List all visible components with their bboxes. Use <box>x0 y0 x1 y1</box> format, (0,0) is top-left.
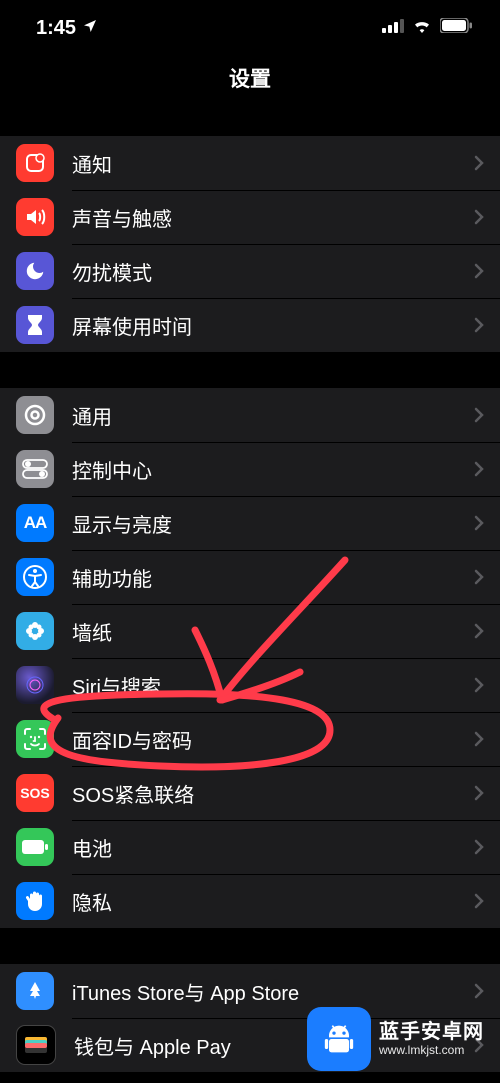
battery-icon <box>440 18 472 38</box>
chevron-right-icon <box>474 317 484 333</box>
chevron-right-icon <box>474 407 484 423</box>
row-privacy[interactable]: 隐私 <box>0 874 500 928</box>
wallet-icon <box>16 1025 56 1065</box>
chevron-right-icon <box>474 569 484 585</box>
faceid-icon <box>16 720 54 758</box>
row-label: 通用 <box>72 401 474 430</box>
row-label: Siri与搜索 <box>72 671 474 700</box>
chevron-right-icon <box>474 623 484 639</box>
settings-group-2: 通用 控制中心 AA 显示与亮度 辅助功能 墙纸 Siri与搜索 <box>0 388 500 928</box>
row-screentime[interactable]: 屏幕使用时间 <box>0 298 500 352</box>
chevron-right-icon <box>474 785 484 801</box>
status-right <box>382 18 472 38</box>
chevron-right-icon <box>474 263 484 279</box>
row-accessibility[interactable]: 辅助功能 <box>0 550 500 604</box>
status-time: 1:45 <box>36 17 76 40</box>
settings-group-1: 通知 声音与触感 勿扰模式 屏幕使用时间 <box>0 136 500 352</box>
chevron-right-icon <box>474 677 484 693</box>
chevron-right-icon <box>474 893 484 909</box>
hourglass-icon <box>16 306 54 344</box>
row-label: iTunes Store与 App Store <box>72 977 474 1006</box>
accessibility-icon <box>16 558 54 596</box>
watermark-name: 蓝手安卓网 <box>379 1021 484 1044</box>
row-general[interactable]: 通用 <box>0 388 500 442</box>
row-label: SOS紧急联络 <box>72 779 474 808</box>
cellular-icon <box>382 19 404 38</box>
row-display[interactable]: AA 显示与亮度 <box>0 496 500 550</box>
row-label: 声音与触感 <box>72 203 474 232</box>
row-siri[interactable]: Siri与搜索 <box>0 658 500 712</box>
row-label: 勿扰模式 <box>72 257 474 286</box>
row-wallpaper[interactable]: 墙纸 <box>0 604 500 658</box>
watermark: 蓝手安卓网 www.lmkjst.com <box>301 1005 490 1073</box>
page-title-text: 设置 <box>229 63 271 93</box>
status-left: 1:45 <box>36 17 98 40</box>
siri-icon <box>16 666 54 704</box>
chevron-right-icon <box>474 461 484 477</box>
row-notifications[interactable]: 通知 <box>0 136 500 190</box>
switches-icon <box>16 450 54 488</box>
row-label: 隐私 <box>72 887 474 916</box>
row-label: 辅助功能 <box>72 563 474 592</box>
row-sos[interactable]: SOS SOS紧急联络 <box>0 766 500 820</box>
row-label: 通知 <box>72 149 474 178</box>
speaker-icon <box>16 198 54 236</box>
watermark-badge-icon <box>307 1007 371 1071</box>
row-sounds[interactable]: 声音与触感 <box>0 190 500 244</box>
row-label: 控制中心 <box>72 455 474 484</box>
chevron-right-icon <box>474 209 484 225</box>
wifi-icon <box>412 19 432 38</box>
gear-icon <box>16 396 54 434</box>
flower-icon <box>16 612 54 650</box>
chevron-right-icon <box>474 983 484 999</box>
row-faceid[interactable]: 面容ID与密码 <box>0 712 500 766</box>
row-dnd[interactable]: 勿扰模式 <box>0 244 500 298</box>
sos-icon: SOS <box>16 774 54 812</box>
notifications-icon <box>16 144 54 182</box>
row-label: 电池 <box>72 833 474 862</box>
watermark-url: www.lmkjst.com <box>379 1044 484 1058</box>
location-icon <box>82 17 98 40</box>
row-battery[interactable]: 电池 <box>0 820 500 874</box>
moon-icon <box>16 252 54 290</box>
battery-icon <box>16 828 54 866</box>
hand-icon <box>16 882 54 920</box>
page-title: 设置 <box>0 56 500 100</box>
chevron-right-icon <box>474 731 484 747</box>
row-label: 显示与亮度 <box>72 509 474 538</box>
row-label: 屏幕使用时间 <box>72 311 474 340</box>
chevron-right-icon <box>474 515 484 531</box>
text-size-icon: AA <box>16 504 54 542</box>
chevron-right-icon <box>474 155 484 171</box>
row-label: 墙纸 <box>72 617 474 646</box>
status-bar: 1:45 <box>0 0 500 56</box>
chevron-right-icon <box>474 839 484 855</box>
row-label: 面容ID与密码 <box>72 725 474 754</box>
appstore-icon <box>16 972 54 1010</box>
row-control-center[interactable]: 控制中心 <box>0 442 500 496</box>
